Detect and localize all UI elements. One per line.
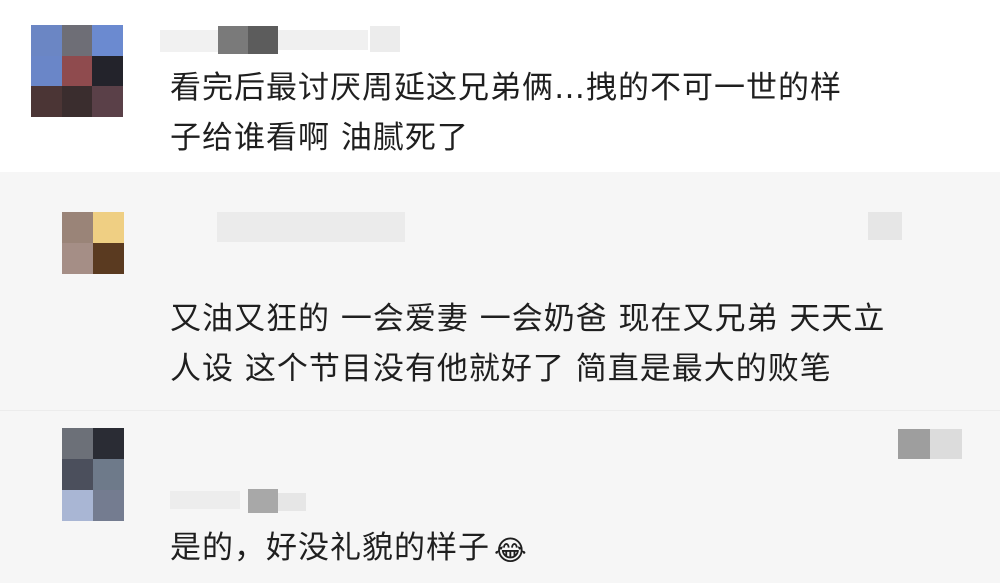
comment-text-line: 人设 这个节目没有他就好了 简直是最大的败笔 xyxy=(170,351,832,387)
blurred-username xyxy=(278,30,368,50)
avatar-pixel xyxy=(62,212,93,243)
blurred-timestamp xyxy=(170,491,240,509)
blurred-timestamp xyxy=(278,493,306,511)
blurred-username xyxy=(218,26,248,54)
comment-text-line: 是的，好没礼貌的样子 xyxy=(170,530,490,566)
comment-text-line: 看完后最讨厌周延这兄弟俩…拽的不可一世的样 xyxy=(170,70,842,106)
laughing-emoji-icon: 😂 xyxy=(494,534,528,567)
avatar-pixel xyxy=(93,212,124,243)
avatar-pixel xyxy=(93,459,124,490)
avatar-pixel xyxy=(93,428,124,459)
avatar-pixel xyxy=(93,243,124,274)
avatar[interactable] xyxy=(62,212,124,274)
avatar-pixel xyxy=(61,86,93,117)
comment-thread: 看完后最讨厌周延这兄弟俩…拽的不可一世的样 子给谁看啊 油腻死了 又油又狂的 一… xyxy=(0,0,1000,583)
blurred-username xyxy=(370,26,400,52)
avatar-pixel xyxy=(62,243,93,274)
avatar[interactable] xyxy=(62,428,124,521)
avatar-pixel xyxy=(62,459,93,490)
avatar-pixel xyxy=(92,25,123,56)
comment-item: 是的，好没礼貌的样子 😂 xyxy=(0,410,1000,583)
comment-text-line: 又油又狂的 一会爱妻 一会奶爸 现在又兄弟 天天立 xyxy=(170,301,886,337)
avatar-pixel xyxy=(61,25,93,56)
blurred-timestamp xyxy=(248,489,278,513)
comment-text: 又油又狂的 一会爱妻 一会奶爸 现在又兄弟 天天立 人设 这个节目没有他就好了 … xyxy=(170,294,960,394)
avatar-pixel xyxy=(93,490,124,521)
blurred-username xyxy=(217,212,405,242)
comment-item: 看完后最讨厌周延这兄弟俩…拽的不可一世的样 子给谁看啊 油腻死了 xyxy=(0,0,1000,172)
avatar-pixel xyxy=(92,55,123,87)
comment-item: 又油又狂的 一会爱妻 一会奶爸 现在又兄弟 天天立 人设 这个节目没有他就好了 … xyxy=(0,172,1000,410)
avatar[interactable] xyxy=(31,25,123,117)
blurred-badge xyxy=(930,429,962,459)
avatar-pixel xyxy=(62,428,93,459)
blurred-username xyxy=(160,30,220,52)
avatar-pixel xyxy=(31,86,62,117)
avatar-pixel xyxy=(62,490,93,521)
blurred-badge xyxy=(868,212,902,240)
avatar-pixel xyxy=(92,86,123,117)
avatar-pixel xyxy=(31,25,62,56)
comment-text: 是的，好没礼貌的样子 😂 xyxy=(170,523,960,576)
blurred-badge xyxy=(898,429,930,459)
avatar-pixel xyxy=(31,55,62,87)
avatar-pixel xyxy=(61,55,93,87)
comment-text: 看完后最讨厌周延这兄弟俩…拽的不可一世的样 子给谁看啊 油腻死了 xyxy=(170,63,960,163)
comment-text-line: 子给谁看啊 油腻死了 xyxy=(170,120,469,156)
blurred-username xyxy=(248,26,278,54)
